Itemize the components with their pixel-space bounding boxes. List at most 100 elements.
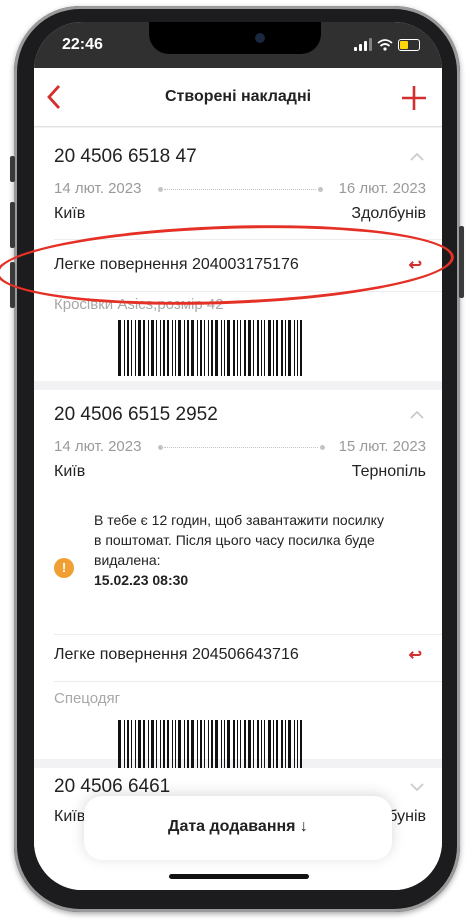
barcode-bar xyxy=(131,320,132,376)
divider xyxy=(54,634,442,635)
barcode-bar xyxy=(268,720,271,770)
barcode-bar xyxy=(264,320,265,376)
route-dot xyxy=(320,445,325,450)
barcode-bar xyxy=(127,720,129,770)
barcode-bar xyxy=(281,720,283,770)
warning-icon: ! xyxy=(54,558,74,578)
barcode-bar xyxy=(208,720,209,770)
barcode-bar xyxy=(131,720,132,770)
barcode-bar xyxy=(248,720,251,770)
city-from: Київ xyxy=(54,808,86,825)
barcode-bar xyxy=(285,320,286,376)
barcode-bar xyxy=(138,720,141,770)
route-dot xyxy=(318,187,323,192)
chevron-down-icon[interactable] xyxy=(410,782,424,792)
barcode-bar xyxy=(175,720,176,770)
barcode-bar xyxy=(261,320,262,376)
barcode-bar xyxy=(244,320,246,376)
barcode-bar xyxy=(297,320,298,376)
warning-message: В тебе є 12 годин, щоб завантажити посил… xyxy=(94,510,394,590)
barcode-bar xyxy=(240,320,241,376)
barcode-bar xyxy=(200,720,202,770)
screen: 22:46 Створені накладні 20 4506 6518 47 xyxy=(34,22,442,890)
barcode-bar xyxy=(221,720,222,770)
barcode-bar xyxy=(124,720,125,770)
status-icons xyxy=(354,37,420,51)
barcode-bar xyxy=(187,720,189,770)
route-dot xyxy=(158,187,163,192)
barcode-bar xyxy=(248,320,251,376)
barcode-bar xyxy=(172,320,173,376)
barcode-bar xyxy=(227,720,230,770)
barcode-bar xyxy=(172,720,173,770)
signal-icon xyxy=(354,38,372,51)
chevron-up-icon[interactable] xyxy=(410,410,424,420)
barcode-bar xyxy=(143,720,145,770)
barcode-bar xyxy=(191,720,194,770)
barcode-bar xyxy=(208,320,209,376)
barcode-bar xyxy=(184,320,185,376)
barcode-bar xyxy=(244,720,246,770)
barcode-bar xyxy=(281,320,283,376)
barcode-bar xyxy=(300,320,302,376)
date-from: 14 лют. 2023 xyxy=(54,180,142,197)
barcode-bar xyxy=(300,720,302,770)
barcode-bar xyxy=(160,720,161,770)
shipment-number: 20 4506 6518 47 xyxy=(54,146,197,167)
barcode-bar xyxy=(163,720,165,770)
barcode-bar xyxy=(215,320,218,376)
barcode-bar xyxy=(118,720,121,770)
shipment-number: 20 4506 6515 2952 xyxy=(54,404,218,425)
barcode-bar xyxy=(276,320,278,376)
barcode-bar xyxy=(156,720,157,770)
easy-return-label[interactable]: Легке повернення 204506643716 xyxy=(54,646,299,664)
city-to: Здолбунів xyxy=(351,205,426,222)
barcode-bar xyxy=(197,320,198,376)
barcode-bar xyxy=(151,320,154,376)
barcode-bar xyxy=(160,320,161,376)
barcode-bar xyxy=(178,720,181,770)
barcode-bar xyxy=(224,720,225,770)
barcode-bar xyxy=(237,320,238,376)
barcode-bar xyxy=(253,320,254,376)
sort-button[interactable]: Дата додавання ↓ xyxy=(84,796,392,860)
barcode-bar xyxy=(285,720,286,770)
city-from: Київ xyxy=(54,463,86,480)
silent-switch xyxy=(10,156,15,182)
barcode-bar xyxy=(233,320,235,376)
divider xyxy=(54,681,442,682)
side-button xyxy=(459,226,464,298)
chevron-up-icon[interactable] xyxy=(410,152,424,162)
route-line xyxy=(164,447,318,448)
barcode-bar xyxy=(273,320,274,376)
barcode-bar xyxy=(204,720,205,770)
barcode xyxy=(118,320,358,376)
return-arrow-icon[interactable]: ↩ xyxy=(409,645,422,665)
barcode-bar xyxy=(273,720,274,770)
barcode xyxy=(118,720,358,770)
barcode-bar xyxy=(257,720,259,770)
barcode-bar xyxy=(261,720,262,770)
home-indicator[interactable] xyxy=(169,874,309,879)
barcode-bar xyxy=(288,720,291,770)
barcode-bar xyxy=(118,320,121,376)
barcode-bar xyxy=(127,320,129,376)
barcode-bar xyxy=(151,720,154,770)
plus-icon[interactable] xyxy=(400,84,428,112)
barcode-bar xyxy=(294,320,295,376)
barcode-bar xyxy=(253,720,254,770)
barcode-bar xyxy=(178,320,181,376)
barcode-bar xyxy=(175,320,176,376)
status-time: 22:46 xyxy=(62,36,103,53)
barcode-bar xyxy=(227,320,230,376)
notch xyxy=(149,22,321,54)
barcode-bar xyxy=(200,320,202,376)
camera-icon xyxy=(255,33,265,43)
volume-up-button xyxy=(10,202,15,248)
shipment-card[interactable]: 20 4506 6515 2952 14 лют. 2023 15 лют. 2… xyxy=(34,390,442,770)
barcode-bar xyxy=(138,320,141,376)
barcode-bar xyxy=(143,320,145,376)
barcode-bar xyxy=(215,720,218,770)
barcode-bar xyxy=(167,720,169,770)
barcode-bar xyxy=(276,720,278,770)
